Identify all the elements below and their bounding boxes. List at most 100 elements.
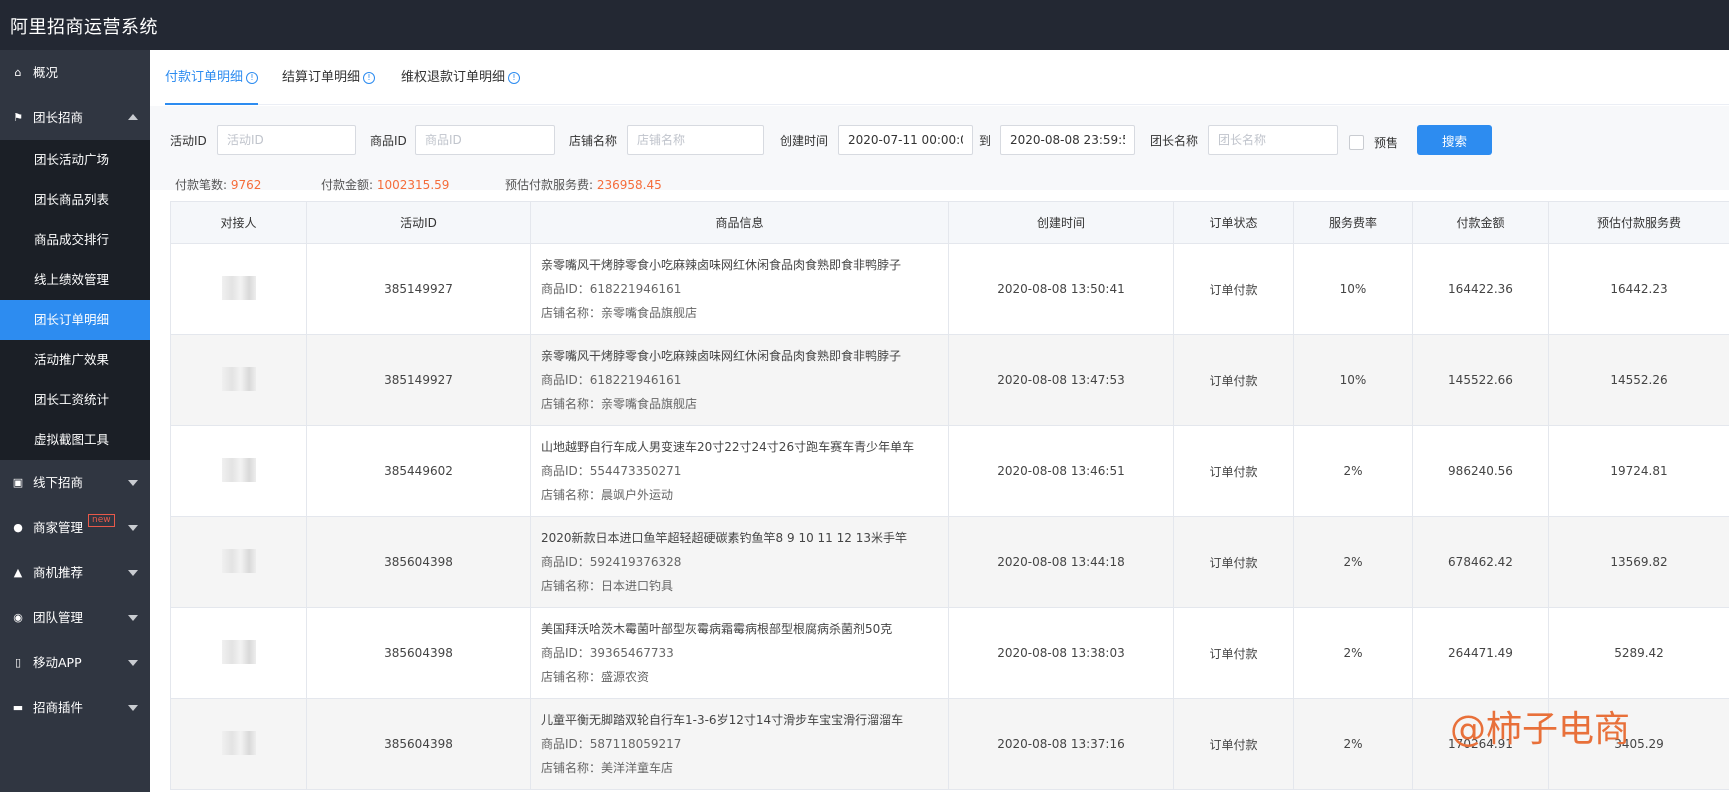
table-row: 385604398 美国拜沃哈茨木霉菌叶部型灰霉病霜霉病根部型根腐病杀菌剂50克商… — [170, 607, 1729, 699]
goods-id-value: 618221946161 — [589, 373, 682, 387]
chevron-down-icon[interactable] — [128, 480, 138, 486]
sidebar-item-5[interactable]: ◉ 团队管理 — [0, 595, 150, 640]
shop-value: 美洋洋童车店 — [601, 761, 674, 775]
activity-id-cell: 385604398 — [306, 516, 531, 608]
sidebar-item-label: 团长招商 — [33, 110, 84, 125]
fee-rate-cell: 2% — [1293, 607, 1413, 699]
info-icon[interactable]: ! — [246, 71, 259, 84]
tab-bar: 付款订单明细! 结算订单明细! 维权退款订单明细! — [165, 50, 1729, 105]
created-time-label: 创建时间 — [780, 134, 829, 148]
goods-id-label: 商品ID： — [541, 555, 590, 569]
goods-id-input[interactable] — [415, 125, 555, 155]
goods-info-cell: 亲零嘴风干烤脖零食小吃麻辣卤味网红休闲食品肉食熟即食非鸭脖子 商品ID：61822… — [530, 334, 949, 426]
estimated-fee-cell: 5289.42 — [1548, 607, 1729, 699]
payment-count: 付款笔数: 9762 — [175, 176, 261, 193]
sidebar-item-7[interactable]: ▬ 招商插件 — [0, 685, 150, 730]
submenu-item[interactable]: 团长商品列表 — [0, 180, 150, 220]
estimated-fee-label: 预估付款服务费: — [505, 178, 594, 192]
shop-name-input[interactable] — [627, 125, 764, 155]
shop-line: 店铺名称：亲零嘴食品旗舰店 — [541, 301, 948, 325]
sidebar-item-4[interactable]: ▲ 商机推荐 — [0, 550, 150, 595]
submenu-item[interactable]: 团长工资统计 — [0, 380, 150, 420]
shop-line: 店铺名称：晨飒户外运动 — [541, 483, 948, 507]
table-row: 385149927 亲零嘴风干烤脖零食小吃麻辣卤味网红休闲食品肉食熟即食非鸭脖子商… — [170, 334, 1729, 426]
submenu-item[interactable]: 商品成交排行 — [0, 220, 150, 260]
table-row: 385149927 亲零嘴风干烤脖零食小吃麻辣卤味网红休闲食品肉食熟即食非鸭脖子商… — [170, 243, 1729, 335]
chevron-down-icon[interactable] — [128, 570, 138, 576]
estimated-fee-cell: 13569.82 — [1548, 516, 1729, 608]
goods-title[interactable]: 山地越野自行车成人男变速车20寸22寸24寸26寸跑车赛车青少年单车 — [541, 435, 948, 459]
tab-2[interactable]: 维权退款订单明细! — [401, 50, 521, 105]
submenu-item[interactable]: 线上绩效管理 — [0, 260, 150, 300]
column-header: 服务费率 — [1293, 201, 1413, 244]
sidebar-item-1[interactable]: ⚑ 团长招商 — [0, 95, 150, 140]
order-status-cell: 订单付款 — [1173, 334, 1294, 426]
payment-amount-value: 1002315.59 — [376, 178, 450, 192]
info-icon[interactable]: ! — [508, 71, 521, 84]
end-time-input[interactable] — [1000, 125, 1135, 155]
goods-title[interactable]: 亲零嘴风干烤脖零食小吃麻辣卤味网红休闲食品肉食熟即食非鸭脖子 — [541, 253, 948, 277]
tab-0[interactable]: 付款订单明细! — [165, 50, 259, 105]
submenu-item[interactable]: 活动推广效果 — [0, 340, 150, 380]
estimated-fee: 预估付款服务费: 236958.45 — [505, 176, 662, 193]
search-button[interactable]: 搜索 — [1417, 125, 1492, 155]
activity-id-input[interactable] — [217, 125, 356, 155]
shop-label: 店铺名称： — [541, 397, 602, 411]
chevron-down-icon[interactable] — [128, 660, 138, 666]
briefcase-icon: ▣ — [12, 476, 24, 489]
payment-count-label: 付款笔数: — [175, 178, 228, 192]
goods-title[interactable]: 2020新款日本进口鱼竿超轻超硬碳素钓鱼竿8 9 10 11 12 13米手竿 — [541, 526, 948, 550]
tab-1[interactable]: 结算订单明细! — [282, 50, 376, 105]
payment-amount-cell: 145522.66 — [1412, 334, 1549, 426]
shop-label: 店铺名称： — [541, 670, 602, 684]
contact-avatar — [221, 730, 256, 755]
goods-info-cell: 2020新款日本进口鱼竿超轻超硬碳素钓鱼竿8 9 10 11 12 13米手竿商… — [530, 516, 949, 608]
goods-title[interactable]: 儿童平衡无脚踏双轮自行车1-3-6岁12寸14寸滑步车宝宝滑行溜溜车 — [541, 708, 948, 732]
contact-cell — [170, 698, 307, 790]
contact-avatar — [221, 457, 256, 482]
activity-id-cell: 385449602 — [306, 425, 531, 517]
goods-id-label: 商品ID — [370, 134, 407, 148]
submenu-item[interactable]: 团长活动广场 — [0, 140, 150, 180]
thumbs-up-icon: ▲ — [13, 566, 23, 579]
submenu-item[interactable]: 团长订单明细 — [0, 300, 150, 340]
top-bar: 阿里招商运营系统 — [0, 0, 1729, 50]
contact-cell — [170, 607, 307, 699]
estimated-fee-value: 236958.45 — [596, 178, 662, 192]
chevron-down-icon[interactable] — [128, 525, 138, 531]
sidebar-item-3[interactable]: ● 商家管理 new — [0, 505, 150, 550]
tab-label: 付款订单明细 — [165, 70, 244, 85]
shop-line: 店铺名称：日本进口钓具 — [541, 574, 948, 598]
goods-title[interactable]: 美国拜沃哈茨木霉菌叶部型灰霉病霜霉病根部型根腐病杀菌剂50克 — [541, 617, 948, 641]
goods-id-value: 587118059217 — [589, 737, 682, 751]
shop-value: 盛源农资 — [601, 670, 650, 684]
sidebar-item-2[interactable]: ▣ 线下招商 — [0, 460, 150, 505]
chevron-up-icon[interactable] — [128, 114, 138, 120]
contact-cell — [170, 425, 307, 517]
contact-cell — [170, 516, 307, 608]
info-icon[interactable]: ! — [363, 71, 376, 84]
activity-id-cell: 385604398 — [306, 607, 531, 699]
shop-value: 亲零嘴食品旗舰店 — [601, 306, 698, 320]
shop-name-label: 店铺名称 — [569, 134, 618, 148]
order-status-cell: 订单付款 — [1173, 607, 1294, 699]
column-header: 预估付款服务费 — [1548, 201, 1729, 244]
submenu: 团长活动广场 团长商品列表 商品成交排行 线上绩效管理 团长订单明细 活动推广效果 团长工资… — [0, 140, 150, 460]
chevron-down-icon[interactable] — [128, 615, 138, 621]
leader-name-input[interactable] — [1208, 125, 1338, 155]
leader-name-label: 团长名称 — [1150, 134, 1199, 148]
goods-title[interactable]: 亲零嘴风干烤脖零食小吃麻辣卤味网红休闲食品肉食熟即食非鸭脖子 — [541, 344, 948, 368]
chevron-down-icon[interactable] — [128, 705, 138, 711]
sidebar-item-6[interactable]: ▯ 移动APP — [0, 640, 150, 685]
goods-id-line: 商品ID：618221946161 — [541, 368, 948, 392]
start-time-input[interactable] — [838, 125, 973, 155]
goods-id-value: 554473350271 — [589, 464, 682, 478]
app-title: 阿里招商运营系统 — [10, 17, 158, 38]
shop-line: 店铺名称：盛源农资 — [541, 665, 948, 689]
sidebar-item-0[interactable]: ⌂ 概况 — [0, 50, 150, 95]
submenu-item[interactable]: 虚拟截图工具 — [0, 420, 150, 460]
presale-checkbox[interactable] — [1349, 135, 1364, 150]
goods-id-label: 商品ID： — [541, 464, 590, 478]
order-status-cell: 订单付款 — [1173, 243, 1294, 335]
fee-rate-cell: 2% — [1293, 516, 1413, 608]
